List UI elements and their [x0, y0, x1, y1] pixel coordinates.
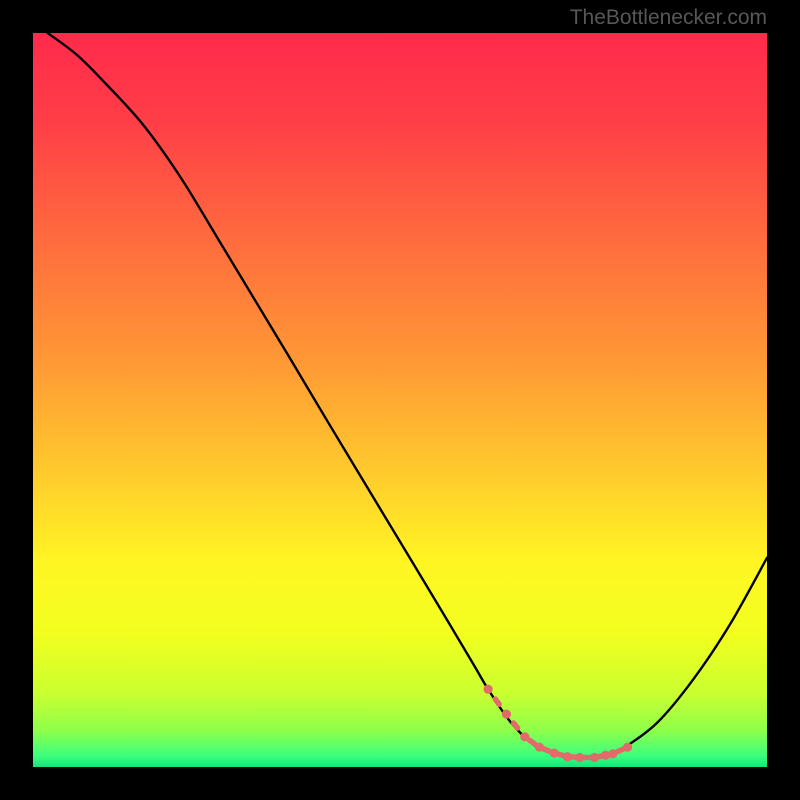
sweet-spot-markers [483, 685, 632, 762]
sweet-spot-dash [558, 754, 564, 756]
plot-area [33, 33, 767, 767]
watermark-text: TheBottlenecker.com [570, 6, 767, 30]
sweet-spot-dot [502, 710, 511, 719]
sweet-spot-dash [530, 740, 535, 744]
sweet-spot-dash [495, 699, 499, 704]
chart-frame: TheBottlenecker.com [0, 0, 800, 800]
sweet-spot-dot [483, 685, 492, 694]
chart-svg [33, 33, 767, 767]
sweet-spot-dash [606, 754, 612, 755]
sweet-spot-dash [514, 723, 518, 728]
sweet-spot-dash [617, 749, 623, 752]
sweet-spot-dash [544, 749, 550, 751]
sweet-spot-dash [597, 756, 603, 757]
bottleneck-curve [48, 33, 767, 758]
